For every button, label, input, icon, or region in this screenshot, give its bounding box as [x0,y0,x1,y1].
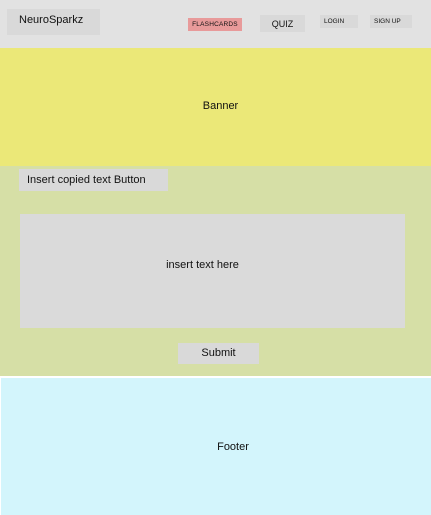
submit-button[interactable]: Submit [178,343,259,364]
insert-copied-text-button[interactable]: Insert copied text Button [19,169,168,191]
nav-signup[interactable]: SIGN UP [370,15,412,28]
nav-quiz[interactable]: QUIZ [260,15,305,32]
banner: Banner [0,48,431,166]
nav-flashcards[interactable]: FLASHCARDS [188,18,242,31]
text-input-area[interactable] [20,214,405,328]
main-content: Insert copied text Button insert text he… [0,166,431,376]
nav-login[interactable]: LOGIN [320,15,358,28]
brand-logo[interactable]: NeuroSparkz [7,9,100,35]
site-header: NeuroSparkz FLASHCARDS QUIZ LOGIN SIGN U… [0,0,431,48]
page: NeuroSparkz FLASHCARDS QUIZ LOGIN SIGN U… [0,0,431,515]
banner-label: Banner [202,100,239,112]
footer-label: Footer [217,441,249,453]
site-footer: Footer [1,378,431,515]
